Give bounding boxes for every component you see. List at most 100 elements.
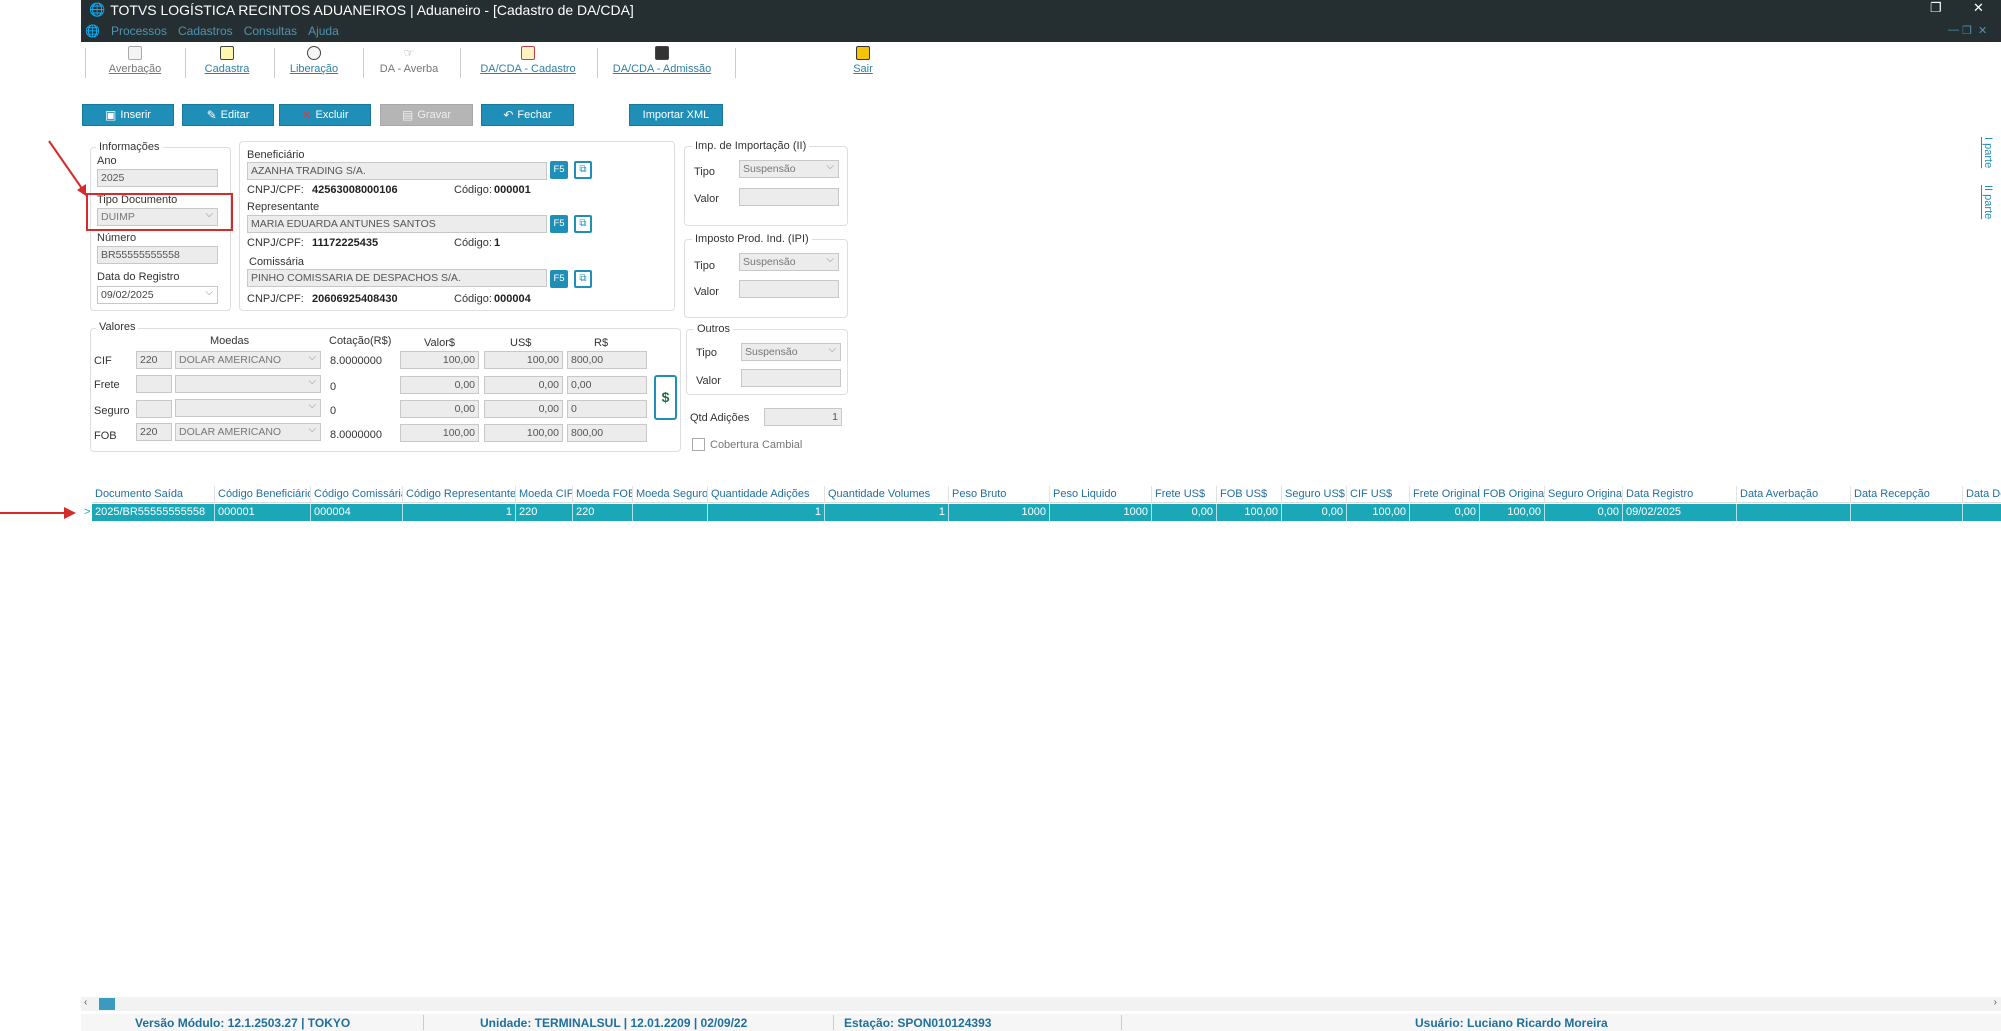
table-cell[interactable]: 0,00 — [1152, 504, 1217, 521]
table-cell[interactable]: 000004 — [311, 504, 403, 521]
menu-cadastros[interactable]: Cadastros — [178, 24, 233, 38]
column-header[interactable]: Seguro US$ — [1282, 486, 1347, 503]
ii-valor-field[interactable] — [739, 188, 839, 206]
column-header[interactable]: Quantidade Adições — [708, 486, 825, 503]
child-minimize-button[interactable]: — — [1948, 24, 1959, 36]
seguro-rs[interactable]: 0 — [567, 400, 647, 418]
sair-button[interactable]: Sair — [833, 46, 893, 75]
column-header[interactable]: Código Representante — [403, 486, 516, 503]
beneficiario-lookup-icon[interactable]: ⧉ — [574, 161, 592, 179]
frete-moeda-select[interactable]: ⌵ — [175, 375, 321, 393]
table-cell[interactable]: 1 — [708, 504, 825, 521]
frete-us[interactable]: 0,00 — [484, 376, 563, 394]
table-cell[interactable]: 100,00 — [1347, 504, 1410, 521]
cif-rs[interactable]: 800,00 — [567, 351, 647, 369]
column-header[interactable]: Documento Saída — [92, 486, 215, 503]
fechar-button[interactable]: ↶ Fechar — [481, 104, 574, 126]
table-cell[interactable]: 09/02/2025 — [1623, 504, 1737, 521]
column-header[interactable]: FOB Original — [1480, 486, 1545, 503]
excluir-button[interactable]: ✕ Excluir — [279, 104, 371, 126]
da-averba-button[interactable]: ☞ DA - Averba — [374, 46, 444, 75]
calculate-dollar-button[interactable]: $ — [654, 375, 677, 420]
table-cell[interactable] — [1737, 504, 1851, 521]
dacda-admissao-button[interactable]: DA/CDA - Admissão — [607, 46, 717, 75]
tab-i-parte[interactable]: I parte — [1982, 137, 1994, 168]
comissaria-f5-button[interactable]: F5 — [550, 270, 568, 288]
table-cell[interactable]: 100,00 — [1217, 504, 1282, 521]
fob-moeda-code[interactable]: 220 — [136, 423, 172, 441]
cadastra-button[interactable]: Cadastra — [199, 46, 255, 75]
child-restore-button[interactable]: ❐ — [1962, 24, 1972, 37]
restore-window-button[interactable]: ❐ — [1930, 0, 1942, 16]
table-cell[interactable]: 100,00 — [1480, 504, 1545, 521]
seguro-us[interactable]: 0,00 — [484, 400, 563, 418]
ano-field[interactable]: 2025 — [97, 169, 218, 187]
qtd-adicoes-field[interactable]: 1 — [764, 408, 842, 426]
outros-tipo-select[interactable]: Suspensão ⌵ — [741, 343, 841, 361]
column-header[interactable]: Data De — [1963, 486, 2001, 503]
table-cell[interactable] — [633, 504, 708, 521]
close-window-button[interactable]: ✕ — [1973, 0, 1984, 16]
menu-consultas[interactable]: Consultas — [244, 24, 297, 38]
ipi-tipo-select[interactable]: Suspensão ⌵ — [739, 253, 839, 271]
fob-us[interactable]: 100,00 — [484, 424, 563, 442]
column-header[interactable]: Data Averbação — [1737, 486, 1851, 503]
comissaria-field[interactable]: PINHO COMISSARIA DE DESPACHOS S/A. — [247, 269, 547, 287]
dacda-cadastro-button[interactable]: DA/CDA - Cadastro — [473, 46, 583, 75]
tab-ii-parte[interactable]: II parte — [1982, 185, 1994, 219]
column-header[interactable]: Data Registro — [1623, 486, 1737, 503]
table-cell[interactable]: 1000 — [1050, 504, 1152, 521]
column-header[interactable]: Seguro Original — [1545, 486, 1623, 503]
seguro-moeda-code[interactable] — [136, 400, 172, 418]
table-cell[interactable]: 1 — [403, 504, 516, 521]
representante-f5-button[interactable]: F5 — [550, 215, 568, 233]
table-cell[interactable] — [1963, 504, 2001, 521]
beneficiario-field[interactable]: AZANHA TRADING S/A. — [247, 162, 547, 180]
menu-processos[interactable]: Processos — [111, 24, 167, 38]
table-cell[interactable]: 220 — [573, 504, 633, 521]
outros-valor-field[interactable] — [741, 369, 841, 387]
editar-button[interactable]: ✎ Editar — [182, 104, 274, 126]
column-header[interactable]: Peso Liquido — [1050, 486, 1152, 503]
fob-valor[interactable]: 100,00 — [400, 424, 479, 442]
cif-moeda-select[interactable]: DOLAR AMERICANO ⌵ — [175, 351, 321, 369]
data-registro-picker[interactable]: 09/02/2025 ⌵ — [97, 286, 218, 304]
column-header[interactable]: Frete US$ — [1152, 486, 1217, 503]
table-cell[interactable]: 0,00 — [1545, 504, 1623, 521]
fob-rs[interactable]: 800,00 — [567, 424, 647, 442]
cobertura-cambial-checkbox[interactable] — [692, 438, 705, 451]
frete-valor[interactable]: 0,00 — [400, 376, 479, 394]
gravar-button[interactable]: ▤ Gravar — [380, 104, 473, 126]
seguro-moeda-select[interactable]: ⌵ — [175, 399, 321, 417]
frete-rs[interactable]: 0,00 — [567, 376, 647, 394]
cif-moeda-code[interactable]: 220 — [136, 351, 172, 369]
representante-lookup-icon[interactable]: ⧉ — [574, 215, 592, 233]
liberacao-button[interactable]: Liberação — [284, 46, 344, 75]
ipi-valor-field[interactable] — [739, 280, 839, 298]
seguro-valor[interactable]: 0,00 — [400, 400, 479, 418]
cif-us[interactable]: 100,00 — [484, 351, 563, 369]
menu-ajuda[interactable]: Ajuda — [308, 24, 339, 38]
table-cell[interactable]: 0,00 — [1282, 504, 1347, 521]
horizontal-scrollbar[interactable]: ‹ › — [81, 997, 2001, 1011]
column-header[interactable]: Moeda FOB — [573, 486, 633, 503]
inserir-button[interactable]: ▣ Inserir — [82, 104, 174, 126]
table-cell[interactable]: 2025/BR55555555558 — [92, 504, 215, 521]
averbacao-button[interactable]: Averbação — [103, 46, 167, 75]
frete-moeda-code[interactable] — [136, 375, 172, 393]
column-header[interactable]: Moeda Seguro — [633, 486, 708, 503]
column-header[interactable]: CIF US$ — [1347, 486, 1410, 503]
table-cell[interactable]: 1000 — [949, 504, 1050, 521]
importar-xml-button[interactable]: Importar XML — [629, 104, 723, 126]
column-header[interactable]: Código Beneficiário — [215, 486, 311, 503]
column-header[interactable]: Frete Original — [1410, 486, 1480, 503]
column-header[interactable]: Peso Bruto — [949, 486, 1050, 503]
column-header[interactable]: Quantidade Volumes — [825, 486, 949, 503]
table-cell[interactable] — [1851, 504, 1963, 521]
comissaria-lookup-icon[interactable]: ⧉ — [574, 270, 592, 288]
table-row[interactable]: 2025/BR55555555558 000001 000004 1 220 220 1 1 1… — [92, 504, 2001, 521]
beneficiario-f5-button[interactable]: F5 — [550, 161, 568, 179]
representante-field[interactable]: MARIA EDUARDA ANTUNES SANTOS — [247, 215, 547, 233]
scroll-left-icon[interactable]: ‹ — [84, 997, 87, 1008]
column-header[interactable]: FOB US$ — [1217, 486, 1282, 503]
